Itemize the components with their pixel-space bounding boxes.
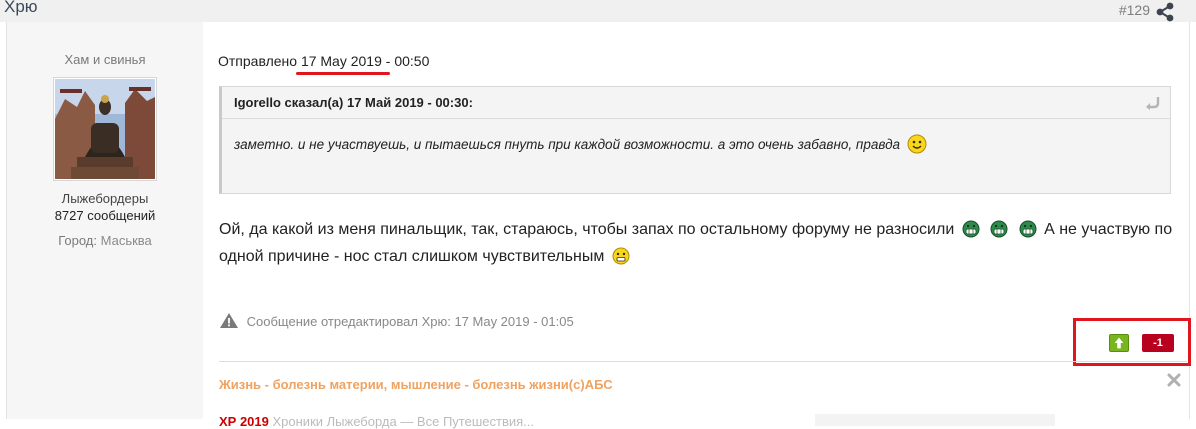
quote-text: заметно. и не участвуешь, и пытаешься пн… [234, 134, 930, 154]
cut-off-red-text: ХР 2019 [219, 414, 269, 429]
date-highlight-underline [296, 72, 390, 75]
reputation-count: -1 [1142, 334, 1174, 352]
city-value: Маськва [100, 233, 152, 248]
user-group: Лыжебордеры [61, 191, 149, 206]
smile-emoticon-icon [907, 134, 927, 154]
post-body: Ой, да какой из меня пинальщик, так, ста… [219, 216, 1181, 270]
post-author-name[interactable]: Хрю [4, 0, 38, 17]
post-content: Отправлено 17 May 2019 - 00:50 Igorello … [203, 22, 1191, 429]
signature-text: Жизнь - болезнь материи, мышление - боле… [219, 377, 613, 392]
grin-emoticon-icon [1019, 220, 1037, 238]
signature-divider [219, 361, 1187, 362]
user-city: Город: Маськва [7, 233, 203, 248]
post-container: Хам и свинья Лыжебордеры 8727 сообщений … [6, 22, 1191, 429]
nervous-smile-emoticon-icon [612, 247, 630, 265]
user-posts-count: 8727 сообщений [54, 208, 156, 223]
author-sidebar: Хам и свинья Лыжебордеры 8727 сообщений … [7, 22, 203, 419]
posted-date: 17 May 2019 - 00:50 [300, 53, 430, 69]
post-header: Хрю #129 [0, 0, 1196, 22]
jump-to-quote-icon[interactable] [1144, 96, 1162, 110]
reputation-highlight-frame: -1 [1073, 318, 1191, 366]
post-body-text-1: Ой, да какой из меня пинальщик, так, ста… [219, 221, 955, 238]
buddha-statue-avatar [55, 79, 155, 179]
warning-icon [220, 313, 238, 328]
quote-text-content: заметно. и не участвуешь, и пытаешься пн… [234, 137, 901, 152]
cut-off-text: Хроники Лыжеборда — Все Путешествия... [272, 414, 535, 429]
posted-prefix: Отправлено [218, 53, 298, 69]
close-icon[interactable] [1166, 372, 1182, 388]
avatar[interactable] [53, 77, 157, 181]
arrow-up-icon [1114, 337, 1124, 349]
edit-note: Сообщение отредактировал Хрю: 17 May 201… [219, 312, 574, 329]
post-number-link[interactable]: #129 [1119, 2, 1150, 18]
quote-header: Igorello сказал(а) 17 Май 2019 - 00:30: [222, 87, 1170, 119]
user-title: Хам и свинья [64, 52, 146, 67]
reputation-up-button[interactable] [1109, 334, 1129, 352]
posted-date-line: Отправлено 17 May 2019 - 00:50 [218, 53, 429, 69]
cut-off-signature-line: ХР 2019 Хроники Лыжеборда — Все Путешест… [219, 414, 534, 429]
city-label: Город: [58, 233, 97, 248]
cut-off-box [815, 414, 1055, 426]
edit-note-text: Сообщение отредактировал Хрю: 17 May 201… [246, 314, 574, 329]
grin-emoticon-icon [990, 220, 1008, 238]
grin-emoticon-icon [962, 220, 980, 238]
quote-block: Igorello сказал(а) 17 Май 2019 - 00:30: … [219, 86, 1171, 194]
share-icon[interactable] [1154, 1, 1176, 23]
quote-author-line: Igorello сказал(а) 17 Май 2019 - 00:30: [234, 95, 473, 110]
